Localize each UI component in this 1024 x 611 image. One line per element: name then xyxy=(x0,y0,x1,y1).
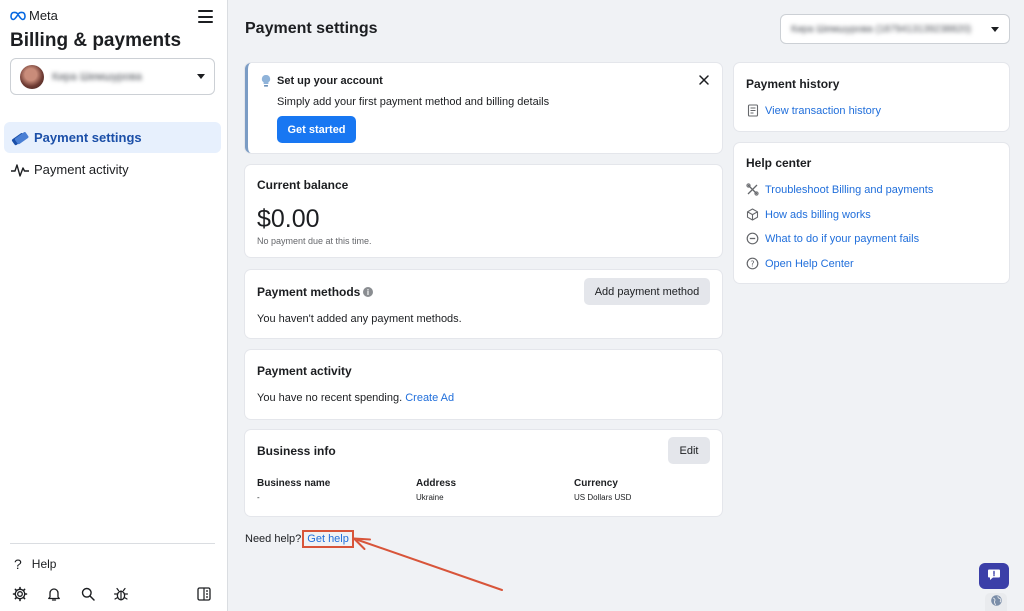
help-link-billing[interactable]: How ads billing works xyxy=(746,208,871,221)
current-balance-card: Current balance $0.00 No payment due at … xyxy=(245,165,722,257)
card-title: Business info xyxy=(257,444,336,458)
link-label: What to do if your payment fails xyxy=(765,232,920,245)
sidebar-item-label: Payment settings xyxy=(34,130,142,145)
edit-button[interactable]: Edit xyxy=(668,437,710,464)
link-label: Open Help Center xyxy=(765,257,854,270)
currency-field: Currency US Dollars USD xyxy=(574,478,631,502)
receipt-icon xyxy=(746,104,759,117)
card-title: Payment history xyxy=(746,77,840,91)
annotation-arrow xyxy=(353,537,503,591)
add-payment-method-button[interactable]: Add payment method xyxy=(584,278,710,305)
tools-icon xyxy=(746,183,759,196)
account-name: Кира Шемшурова xyxy=(52,70,142,83)
payment-methods-card: Payment methods i Add payment method You… xyxy=(245,270,722,338)
globe-icon xyxy=(990,594,1003,610)
language-button[interactable] xyxy=(985,593,1007,611)
balance-note: No payment due at this time. xyxy=(257,236,372,246)
sidebar-item-payment-settings[interactable]: Payment settings xyxy=(4,122,221,153)
close-icon[interactable] xyxy=(698,74,710,86)
help-link-open-help-center[interactable]: ? Open Help Center xyxy=(746,257,854,270)
setup-account-banner: Set up your account Simply add your firs… xyxy=(245,63,722,153)
bell-icon[interactable] xyxy=(44,584,64,604)
question-circle-icon: ? xyxy=(746,257,759,270)
link-label: Troubleshoot Billing and payments xyxy=(765,183,934,196)
lightbulb-icon xyxy=(260,74,272,91)
minus-circle-icon xyxy=(746,232,759,245)
meta-logo[interactable]: Meta xyxy=(10,8,58,23)
chat-bubble-icon xyxy=(987,568,1001,584)
field-label: Currency xyxy=(574,478,618,489)
divider xyxy=(10,543,215,544)
business-name-field: Business name - xyxy=(257,478,330,502)
card-title: Help center xyxy=(746,156,812,170)
link-label: How ads billing works xyxy=(765,208,871,221)
meta-infinity-icon xyxy=(10,11,26,20)
help-center-card: Help center Troubleshoot Billing and pay… xyxy=(734,143,1009,283)
search-icon[interactable] xyxy=(78,584,98,604)
need-help-row: Need help? Get help xyxy=(245,530,354,548)
payment-methods-empty-text: You haven't added any payment methods. xyxy=(257,313,462,325)
activity-body: You have no recent spending. Create Ad xyxy=(257,392,454,404)
field-value: Ukraine xyxy=(416,493,444,502)
get-help-link[interactable]: Get help xyxy=(302,530,354,548)
sidebar: Meta Billing & payments Кира Шемшурова P… xyxy=(0,0,228,611)
view-transaction-history-link[interactable]: View transaction history xyxy=(746,104,881,117)
help-link-payment-fails[interactable]: What to do if your payment fails xyxy=(746,232,919,245)
panel-toggle-icon[interactable] xyxy=(194,584,214,604)
gear-icon[interactable] xyxy=(10,584,30,604)
bug-icon[interactable] xyxy=(111,584,131,604)
payment-history-card: Payment history View transaction history xyxy=(734,63,1009,131)
field-value: US Dollars USD xyxy=(574,493,632,502)
get-started-button[interactable]: Get started xyxy=(277,116,356,143)
pulse-icon xyxy=(10,160,30,180)
info-icon[interactable]: i xyxy=(363,287,373,297)
cube-icon xyxy=(746,208,759,221)
brand-name: Meta xyxy=(29,8,58,23)
question-icon: ? xyxy=(14,556,22,572)
create-ad-link[interactable]: Create Ad xyxy=(405,392,454,404)
field-label: Address xyxy=(416,478,457,489)
credit-card-icon xyxy=(10,128,30,148)
menu-icon[interactable] xyxy=(198,10,213,23)
ad-account-selector[interactable]: Кира Шемшурова (1879413139238820) xyxy=(780,14,1010,44)
page-title: Payment settings xyxy=(245,20,378,37)
ad-account-name: Кира Шемшурова (1879413139238820) xyxy=(791,23,972,35)
help-link-troubleshoot[interactable]: Troubleshoot Billing and payments xyxy=(746,183,933,196)
link-label: View transaction history xyxy=(765,104,881,117)
page-section-title: Billing & payments xyxy=(10,30,182,51)
svg-text:?: ? xyxy=(750,259,754,268)
card-title: Current balance xyxy=(257,178,349,192)
chevron-down-icon xyxy=(197,74,205,79)
help-label: Help xyxy=(31,557,57,571)
chevron-down-icon xyxy=(991,26,999,32)
card-title: Payment methods xyxy=(257,285,361,299)
address-field: Address Ukraine xyxy=(416,478,456,502)
field-value: - xyxy=(257,493,260,502)
account-switcher[interactable]: Кира Шемшурова xyxy=(10,58,215,95)
sidebar-item-payment-activity[interactable]: Payment activity xyxy=(4,154,221,185)
banner-description: Simply add your first payment method and… xyxy=(277,96,550,108)
payment-activity-card: Payment activity You have no recent spen… xyxy=(245,350,722,419)
chat-support-button[interactable] xyxy=(979,563,1009,589)
field-label: Business name xyxy=(257,478,331,489)
card-title: Payment activity xyxy=(257,364,352,378)
business-info-card: Business info Edit Business name - Addre… xyxy=(245,430,722,516)
need-help-text: Need help? xyxy=(245,533,302,545)
banner-title: Set up your account xyxy=(277,75,383,87)
balance-amount: $0.00 xyxy=(257,205,320,233)
sidebar-footer-toolbar xyxy=(10,584,215,604)
help-link[interactable]: ? Help xyxy=(14,556,56,572)
sidebar-item-label: Payment activity xyxy=(34,162,129,177)
avatar xyxy=(20,64,44,89)
activity-empty-text: You have no recent spending. xyxy=(257,392,403,404)
